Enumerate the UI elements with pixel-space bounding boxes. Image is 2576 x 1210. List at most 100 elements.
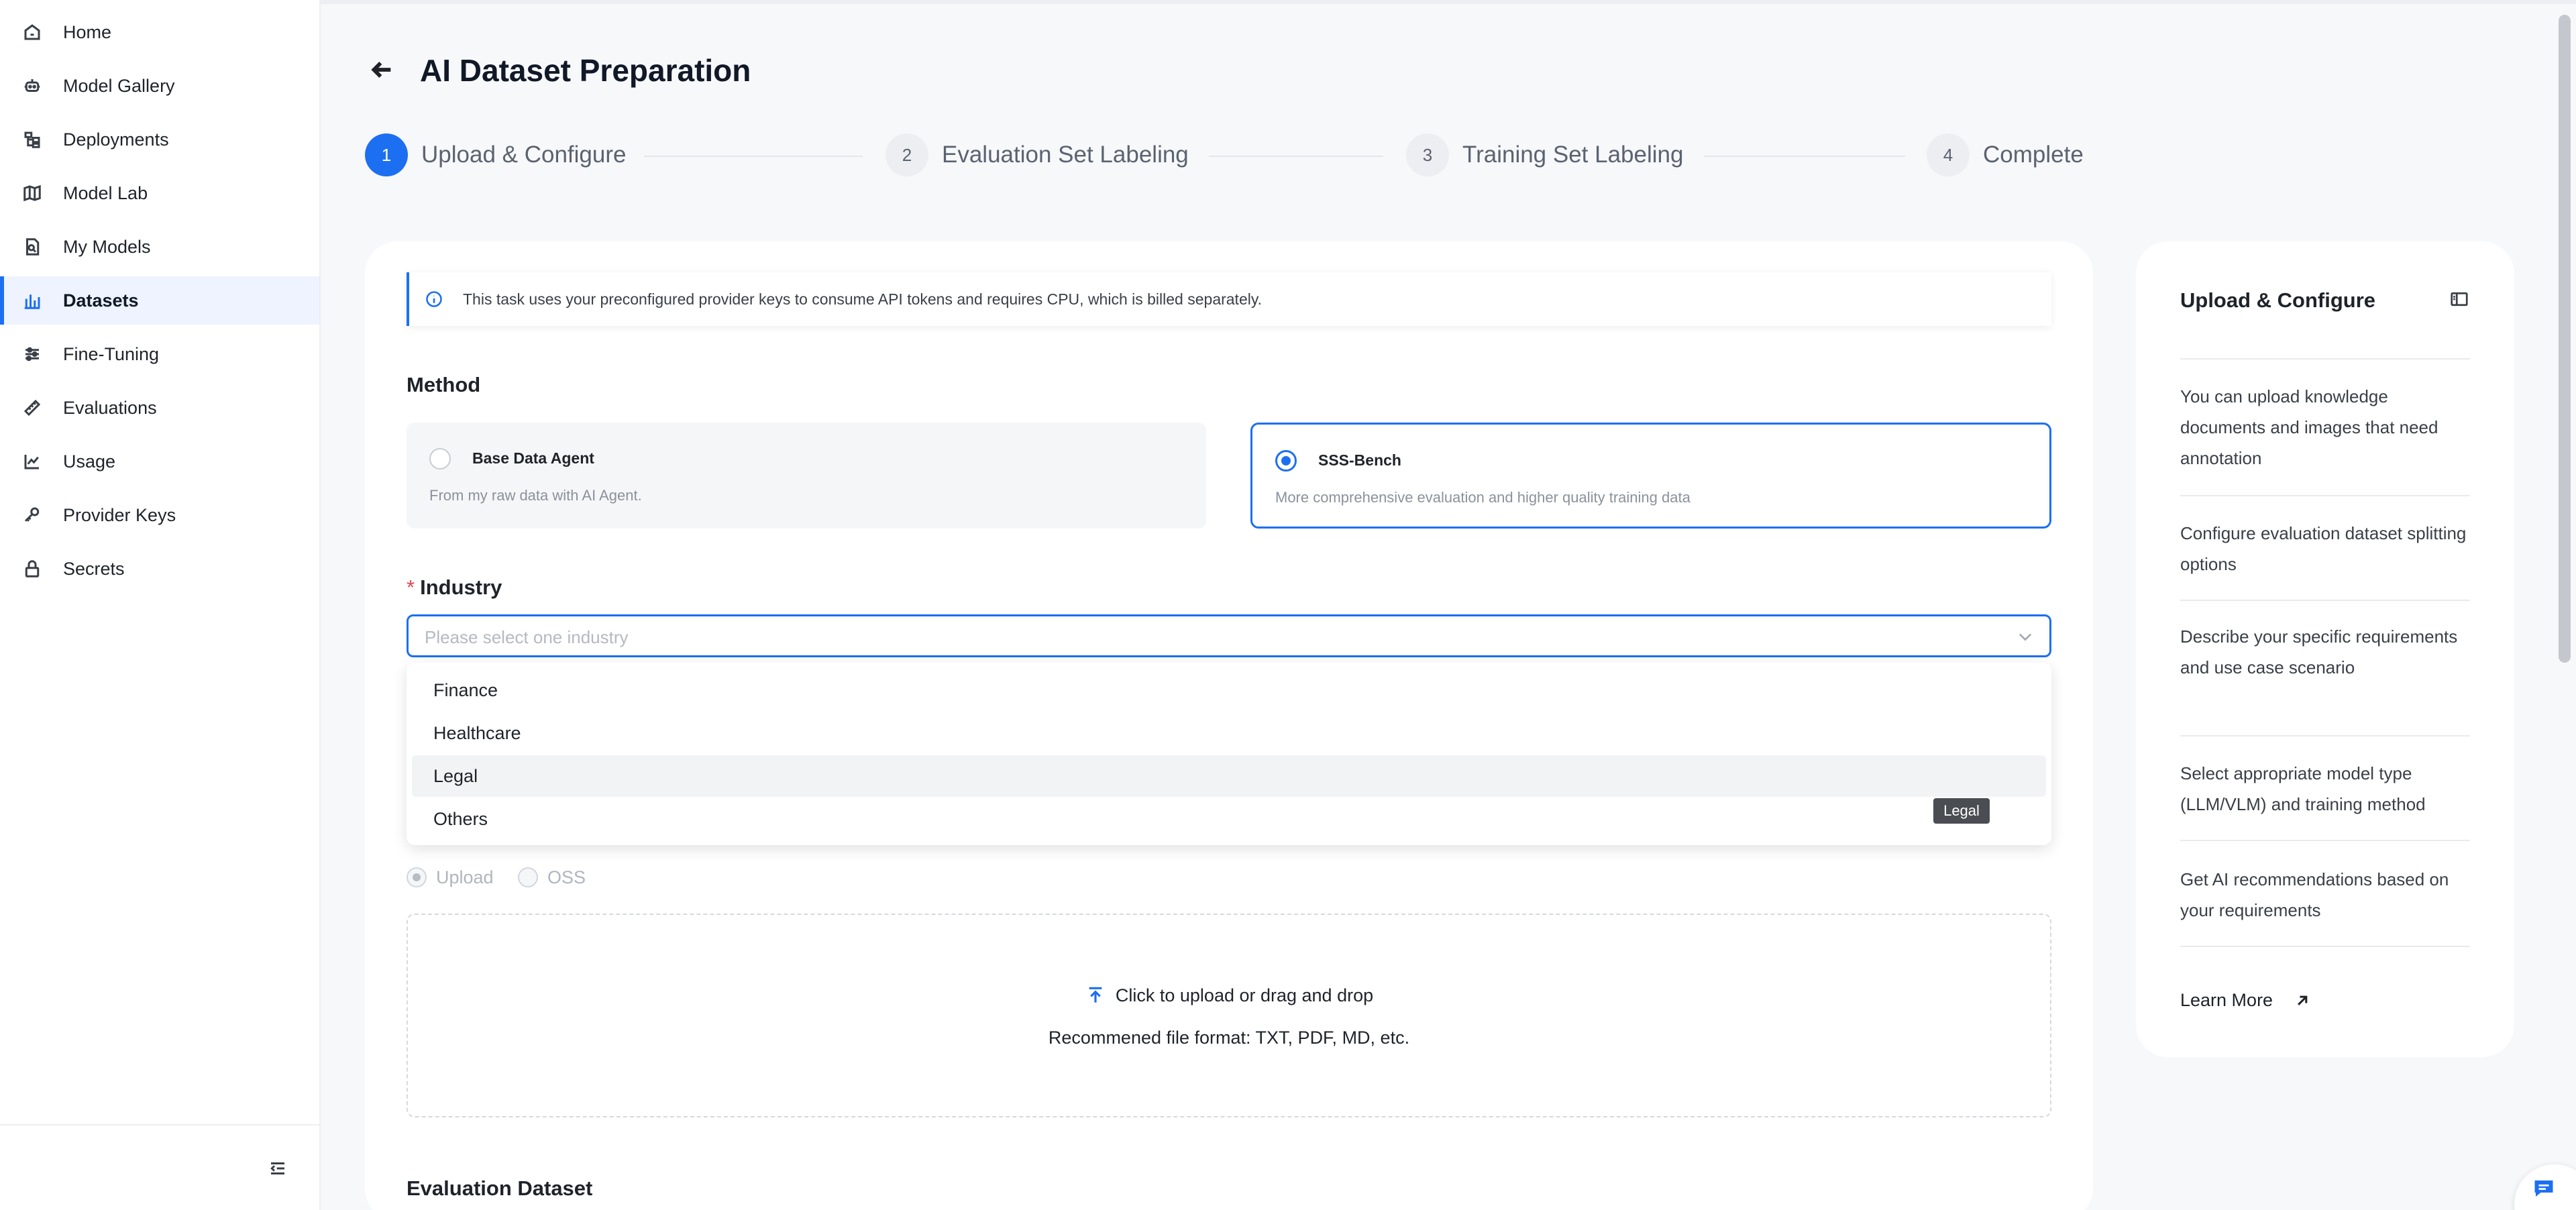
industry-label-text: Industry xyxy=(420,575,502,599)
panel-toggle-icon[interactable] xyxy=(2447,287,2471,311)
sidebar-item-provider-keys[interactable]: Provider Keys xyxy=(0,491,319,539)
option-legal[interactable]: Legal xyxy=(412,755,2046,797)
step-connector xyxy=(644,156,863,157)
sidebar-item-fine-tuning[interactable]: Fine-Tuning xyxy=(0,330,319,378)
sidebar-item-label: Model Lab xyxy=(63,182,148,203)
sidebar-item-label: Home xyxy=(63,21,112,42)
sidebar-item-evaluations[interactable]: Evaluations xyxy=(0,384,319,432)
back-arrow-icon[interactable] xyxy=(365,55,398,85)
sidebar-divider xyxy=(0,1124,319,1125)
sidebar-item-label: Model Gallery xyxy=(63,75,175,96)
top-border xyxy=(321,0,2576,4)
sidebar-item-model-lab[interactable]: Model Lab xyxy=(0,169,319,217)
step-connector xyxy=(1209,156,1383,157)
map-icon xyxy=(21,182,43,204)
guide-item: Get AI recommendations based on your req… xyxy=(2180,869,2449,920)
option-finance[interactable]: Finance xyxy=(412,669,2046,711)
guide-item: Configure evaluation dataset splitting o… xyxy=(2180,523,2467,574)
guide-divider xyxy=(2180,946,2470,947)
model-icon xyxy=(21,236,43,258)
upload-text: Click to upload or drag and drop xyxy=(1115,985,1374,1005)
sidebar-item-my-models[interactable]: My Models xyxy=(0,223,319,271)
step-label: Training Set Labeling xyxy=(1462,142,1684,168)
guide-divider xyxy=(2180,840,2470,841)
method-option-sss-bench[interactable]: SSS-Bench More comprehensive evaluation … xyxy=(1250,423,2051,529)
option-others[interactable]: Others xyxy=(412,798,2046,840)
industry-placeholder: Please select one industry xyxy=(425,627,629,647)
sidebar: Home Model Gallery Deployments Model Lab… xyxy=(0,0,321,1210)
banner-text: This task uses your preconfigured provid… xyxy=(463,290,1263,308)
option-healthcare[interactable]: Healthcare xyxy=(412,712,2046,754)
step-number: 2 xyxy=(885,133,928,176)
line-chart-icon xyxy=(21,451,43,472)
learn-more-link[interactable]: Learn More xyxy=(2180,990,2312,1011)
step-number: 4 xyxy=(1927,133,1970,176)
sidebar-item-datasets[interactable]: Datasets xyxy=(0,276,319,325)
lock-icon xyxy=(21,558,43,580)
sidebar-item-secrets[interactable]: Secrets xyxy=(0,545,319,593)
sliders-icon xyxy=(21,343,43,365)
robot-icon xyxy=(21,75,43,97)
method-description: More comprehensive evaluation and higher… xyxy=(1275,489,1690,506)
method-title: SSS-Bench xyxy=(1318,451,1401,469)
sidebar-item-label: My Models xyxy=(63,236,151,257)
chat-support-button[interactable] xyxy=(2514,1164,2576,1210)
upload-icon xyxy=(1085,985,1106,1006)
ruler-icon xyxy=(21,397,43,419)
step-number: 3 xyxy=(1406,133,1449,176)
bar-chart-icon xyxy=(21,290,43,311)
step-complete[interactable]: 4 Complete xyxy=(1927,133,2084,177)
guide-item: Describe your specific requirements and … xyxy=(2180,626,2458,677)
page-scrollbar[interactable] xyxy=(2559,15,2571,663)
source-option-upload[interactable]: Upload xyxy=(407,865,494,889)
guide-item: You can upload knowledge documents and i… xyxy=(2180,386,2438,468)
step-number: 1 xyxy=(365,133,408,176)
guide-title: Upload & Configure xyxy=(2180,288,2376,312)
sidebar-item-label: Datasets xyxy=(63,290,139,311)
required-asterisk: * xyxy=(407,575,415,599)
upload-hint: Recommened file format: TXT, PDF, MD, et… xyxy=(1048,1028,1410,1048)
option-tooltip: Legal xyxy=(1933,798,1990,824)
source-label: Upload xyxy=(436,867,494,887)
learn-more-text: Learn More xyxy=(2180,990,2273,1010)
sidebar-item-model-gallery[interactable]: Model Gallery xyxy=(0,62,319,110)
sidebar-item-deployments[interactable]: Deployments xyxy=(0,115,319,164)
info-banner: This task uses your preconfigured provid… xyxy=(407,272,2051,326)
key-icon xyxy=(21,504,43,526)
guide-item: Select appropriate model type (LLM/VLM) … xyxy=(2180,763,2426,814)
sidebar-item-label: Deployments xyxy=(63,129,169,150)
step-evaluation-set-labeling[interactable]: 2 Evaluation Set Labeling xyxy=(885,133,1189,177)
guide-divider xyxy=(2180,358,2470,360)
radio-button-selected xyxy=(407,867,427,887)
deploy-icon xyxy=(21,129,43,150)
chat-icon xyxy=(2534,1180,2553,1197)
guide-divider xyxy=(2180,735,2470,736)
guide-divider xyxy=(2180,600,2470,601)
step-label: Upload & Configure xyxy=(421,142,627,168)
sidebar-item-label: Provider Keys xyxy=(63,504,176,525)
step-training-set-labeling[interactable]: 3 Training Set Labeling xyxy=(1406,133,1683,177)
sidebar-item-label: Usage xyxy=(63,451,116,472)
industry-label: * Industry xyxy=(407,575,502,600)
collapse-sidebar-icon[interactable] xyxy=(264,1155,291,1182)
method-title: Base Data Agent xyxy=(472,449,594,467)
step-connector xyxy=(1704,156,1905,157)
radio-button[interactable] xyxy=(429,448,451,470)
sidebar-item-label: Evaluations xyxy=(63,397,157,418)
evaluation-dataset-label: Evaluation Dataset xyxy=(407,1176,593,1200)
industry-select[interactable]: Please select one industry xyxy=(407,614,2051,657)
radio-button-selected[interactable] xyxy=(1275,450,1297,472)
step-label: Complete xyxy=(1983,142,2084,168)
source-option-oss[interactable]: OSS xyxy=(518,865,586,889)
source-label: OSS xyxy=(547,867,586,887)
sidebar-item-usage[interactable]: Usage xyxy=(0,437,319,486)
upload-dropzone[interactable]: Click to upload or drag and drop Recomme… xyxy=(407,914,2051,1117)
step-upload-configure[interactable]: 1 Upload & Configure xyxy=(365,133,626,177)
sidebar-item-home[interactable]: Home xyxy=(0,8,319,56)
upload-prompt: Click to upload or drag and drop xyxy=(408,985,2050,1006)
external-arrow-icon xyxy=(2298,995,2308,1005)
method-option-base-data-agent[interactable]: Base Data Agent From my raw data with AI… xyxy=(407,423,1206,529)
method-label: Method xyxy=(407,373,481,396)
guide-divider xyxy=(2180,495,2470,496)
sidebar-item-label: Secrets xyxy=(63,558,125,579)
